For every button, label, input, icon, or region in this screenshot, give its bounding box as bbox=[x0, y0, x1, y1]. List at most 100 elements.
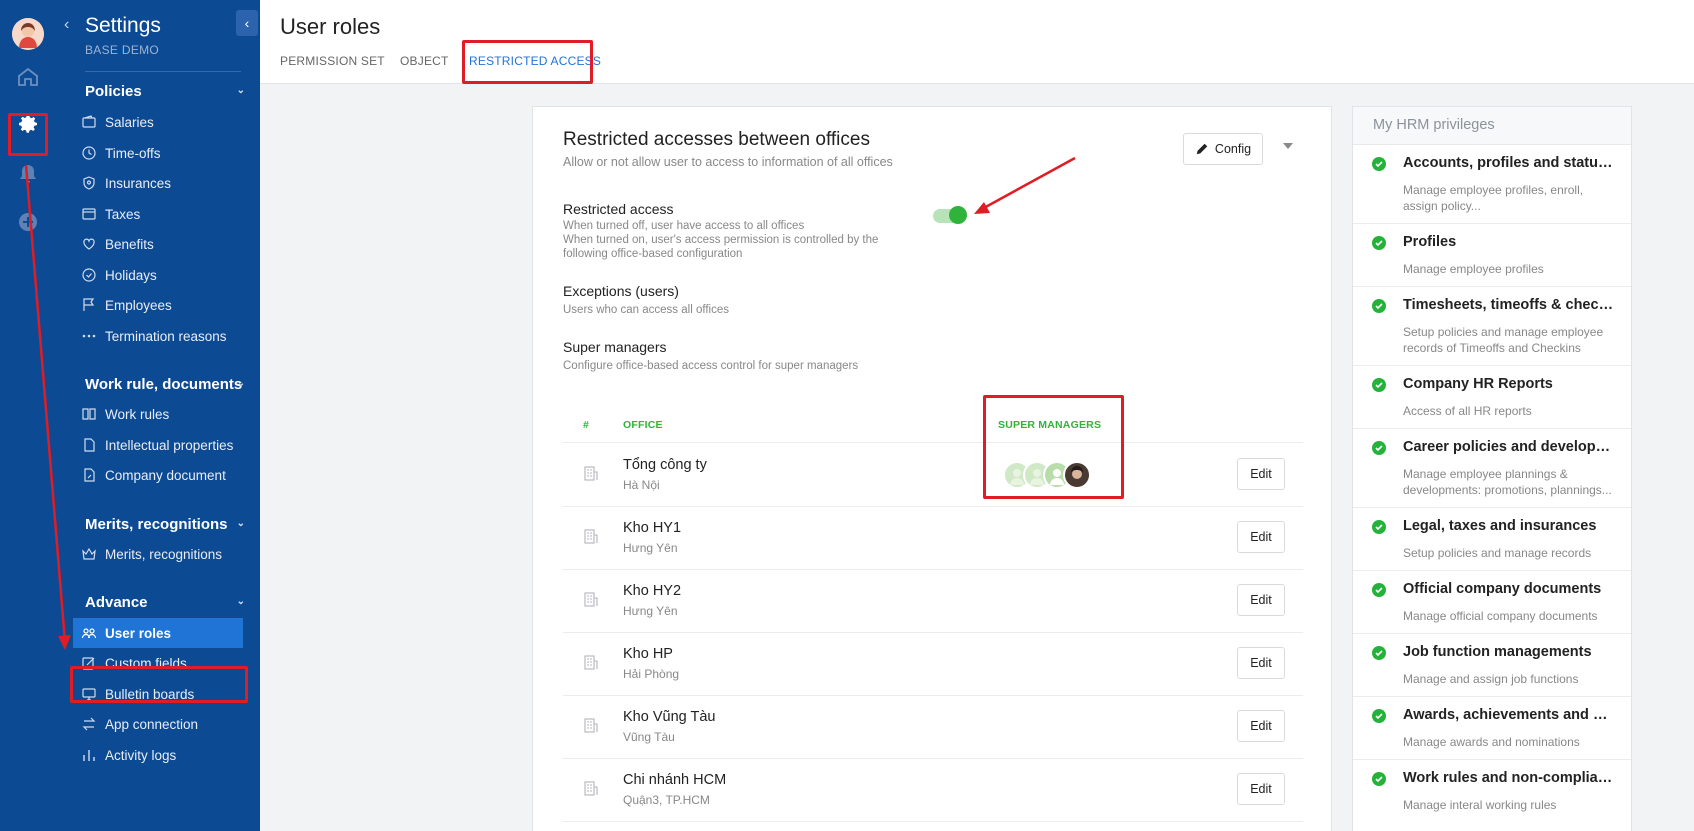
office-location: Quận3, TP.HCM bbox=[623, 793, 710, 807]
config-dropdown-icon[interactable] bbox=[1283, 143, 1293, 149]
sidebar-item-label: App connection bbox=[105, 716, 199, 732]
privilege-desc: Manage employee profiles bbox=[1403, 262, 1544, 276]
sidebar-item-intellectual[interactable]: Intellectual properties bbox=[73, 430, 243, 460]
office-name: Kho HY2 bbox=[623, 583, 682, 599]
bell-icon[interactable] bbox=[16, 162, 40, 186]
privilege-desc: Manage awards and nominations bbox=[1403, 735, 1580, 749]
collapse-sidebar-button[interactable]: ‹ bbox=[236, 10, 258, 36]
bar-chart-icon bbox=[81, 747, 97, 763]
check-icon bbox=[1372, 772, 1386, 786]
sidebar-item-insurances[interactable]: Insurances bbox=[73, 168, 243, 198]
check-icon bbox=[1372, 157, 1386, 171]
edit-button[interactable]: Edit bbox=[1237, 458, 1285, 490]
section-work-rule[interactable]: Work rule, documents ⌄ bbox=[85, 376, 245, 393]
building-icon bbox=[583, 464, 599, 482]
sidebar-item-bulletin[interactable]: Bulletin boards bbox=[73, 679, 243, 709]
section-policies[interactable]: Policies ⌄ bbox=[85, 83, 245, 100]
chevron-down-icon: ⌄ bbox=[236, 85, 245, 96]
sidebar-item-merits[interactable]: Merits, recognitions bbox=[73, 539, 243, 569]
privilege-item[interactable]: Work rules and non-compliance Manage int… bbox=[1353, 760, 1631, 831]
sidebar-item-timeoffs[interactable]: Time-offs bbox=[73, 138, 243, 168]
privilege-item[interactable]: Timesheets, timeoffs & checkins Setup po… bbox=[1353, 287, 1631, 366]
shield-icon bbox=[81, 175, 97, 191]
swap-icon bbox=[81, 716, 97, 732]
super-managers-avatars[interactable] bbox=[1003, 461, 1103, 489]
sidebar-item-taxes[interactable]: Taxes bbox=[73, 199, 243, 229]
config-button[interactable]: Config bbox=[1183, 133, 1263, 165]
privileges-panel: My HRM privileges Accounts, profiles and… bbox=[1352, 106, 1632, 831]
table-row: Kho HY2 Hưng Yên Edit bbox=[563, 570, 1303, 633]
table-row: Chi nhánh HCM Quận3, TP.HCM Edit bbox=[563, 759, 1303, 822]
restricted-access-card: Restricted accesses between offices Allo… bbox=[532, 106, 1332, 831]
gear-icon[interactable] bbox=[16, 112, 40, 136]
section-merits[interactable]: Merits, recognitions ⌄ bbox=[85, 516, 245, 533]
privilege-item[interactable]: Profiles Manage employee profiles bbox=[1353, 224, 1631, 287]
tab-object[interactable]: OBJECT bbox=[400, 54, 449, 68]
settings-sidebar: ‹ Settings BASE DEMO Policies ⌄ Salaries … bbox=[56, 0, 260, 831]
sidebar-subtitle: BASE DEMO bbox=[85, 43, 160, 57]
privilege-item[interactable]: Career policies and developments Manage … bbox=[1353, 429, 1631, 508]
privilege-title: Legal, taxes and insurances bbox=[1403, 518, 1597, 534]
flag-icon bbox=[81, 297, 97, 313]
building-icon bbox=[583, 716, 599, 734]
privilege-title: Company HR Reports bbox=[1403, 376, 1553, 392]
privilege-item[interactable]: Awards, achievements and certifications … bbox=[1353, 697, 1631, 760]
tab-restricted-access[interactable]: RESTRICTED ACCESS bbox=[469, 54, 601, 68]
edit-button[interactable]: Edit bbox=[1237, 521, 1285, 553]
section-advance[interactable]: Advance ⌄ bbox=[85, 594, 245, 611]
sidebar-item-work-rules[interactable]: Work rules bbox=[73, 399, 243, 429]
privilege-desc: Access of all HR reports bbox=[1403, 404, 1532, 418]
edit-button[interactable]: Edit bbox=[1237, 584, 1285, 616]
privilege-title: Profiles bbox=[1403, 234, 1457, 250]
edit-button[interactable]: Edit bbox=[1237, 710, 1285, 742]
home-icon[interactable] bbox=[16, 65, 40, 89]
office-location: Hà Nội bbox=[623, 478, 660, 492]
restricted-access-toggle[interactable] bbox=[933, 206, 967, 224]
table-row: Kho HP Hải Phòng Edit bbox=[563, 633, 1303, 696]
user-avatar[interactable] bbox=[12, 18, 44, 50]
section-policies-label: Policies bbox=[85, 83, 142, 100]
sidebar-item-holidays[interactable]: Holidays bbox=[73, 260, 243, 290]
icon-rail bbox=[0, 0, 56, 831]
sidebar-item-label: Salaries bbox=[105, 114, 154, 130]
building-icon bbox=[583, 527, 599, 545]
privilege-item[interactable]: Company HR Reports Access of all HR repo… bbox=[1353, 366, 1631, 429]
privilege-item[interactable]: Accounts, profiles and status management… bbox=[1353, 145, 1631, 224]
sidebar-item-custom-fields[interactable]: Custom fields bbox=[73, 648, 243, 678]
privilege-desc: Manage interal working rules bbox=[1403, 798, 1557, 812]
book-icon bbox=[81, 406, 97, 422]
tab-permission-set[interactable]: PERMISSION SET bbox=[280, 54, 385, 68]
office-name: Chi nhánh HCM bbox=[623, 772, 727, 788]
add-circle-icon[interactable] bbox=[16, 210, 40, 234]
privilege-title: Job function managements bbox=[1403, 644, 1592, 660]
section-advance-label: Advance bbox=[85, 594, 148, 611]
privilege-item[interactable]: Job function managements Manage and assi… bbox=[1353, 634, 1631, 697]
sidebar-item-termination[interactable]: Termination reasons bbox=[73, 321, 243, 351]
table-row: Kho HY1 Hưng Yên Edit bbox=[563, 507, 1303, 570]
restricted-access-label: Restricted access bbox=[563, 201, 674, 217]
check-icon bbox=[1372, 583, 1386, 597]
super-managers-label: Super managers bbox=[563, 339, 667, 355]
sidebar-item-user-roles[interactable]: User roles bbox=[73, 618, 243, 648]
check-icon bbox=[1372, 709, 1386, 723]
check-icon bbox=[1372, 378, 1386, 392]
sidebar-item-employees[interactable]: Employees bbox=[73, 290, 243, 320]
privilege-desc: Setup policies and manage records bbox=[1403, 546, 1592, 560]
edit-button[interactable]: Edit bbox=[1237, 773, 1285, 805]
sidebar-item-benefits[interactable]: Benefits bbox=[73, 229, 243, 259]
pencil-icon bbox=[1196, 143, 1208, 155]
sidebar-item-activity-logs[interactable]: Activity logs bbox=[73, 740, 243, 770]
privilege-item[interactable]: Official company documents Manage offici… bbox=[1353, 571, 1631, 634]
back-chevron-icon[interactable]: ‹ bbox=[64, 16, 69, 34]
check-circle-icon bbox=[81, 267, 97, 283]
sidebar-item-company-document[interactable]: Company document bbox=[73, 460, 243, 490]
sidebar-item-app-connection[interactable]: App connection bbox=[73, 709, 243, 739]
office-name: Kho HY1 bbox=[623, 520, 682, 536]
privilege-title: Work rules and non-compliance bbox=[1403, 770, 1615, 786]
restricted-access-desc-1: When turned off, user have access to all… bbox=[563, 220, 805, 232]
edit-button[interactable]: Edit bbox=[1237, 647, 1285, 679]
super-managers-desc: Configure office-based access control fo… bbox=[563, 360, 859, 372]
chevron-down-icon: ⌄ bbox=[236, 378, 245, 389]
sidebar-item-salaries[interactable]: Salaries bbox=[73, 107, 243, 137]
privilege-item[interactable]: Legal, taxes and insurances Setup polici… bbox=[1353, 508, 1631, 571]
